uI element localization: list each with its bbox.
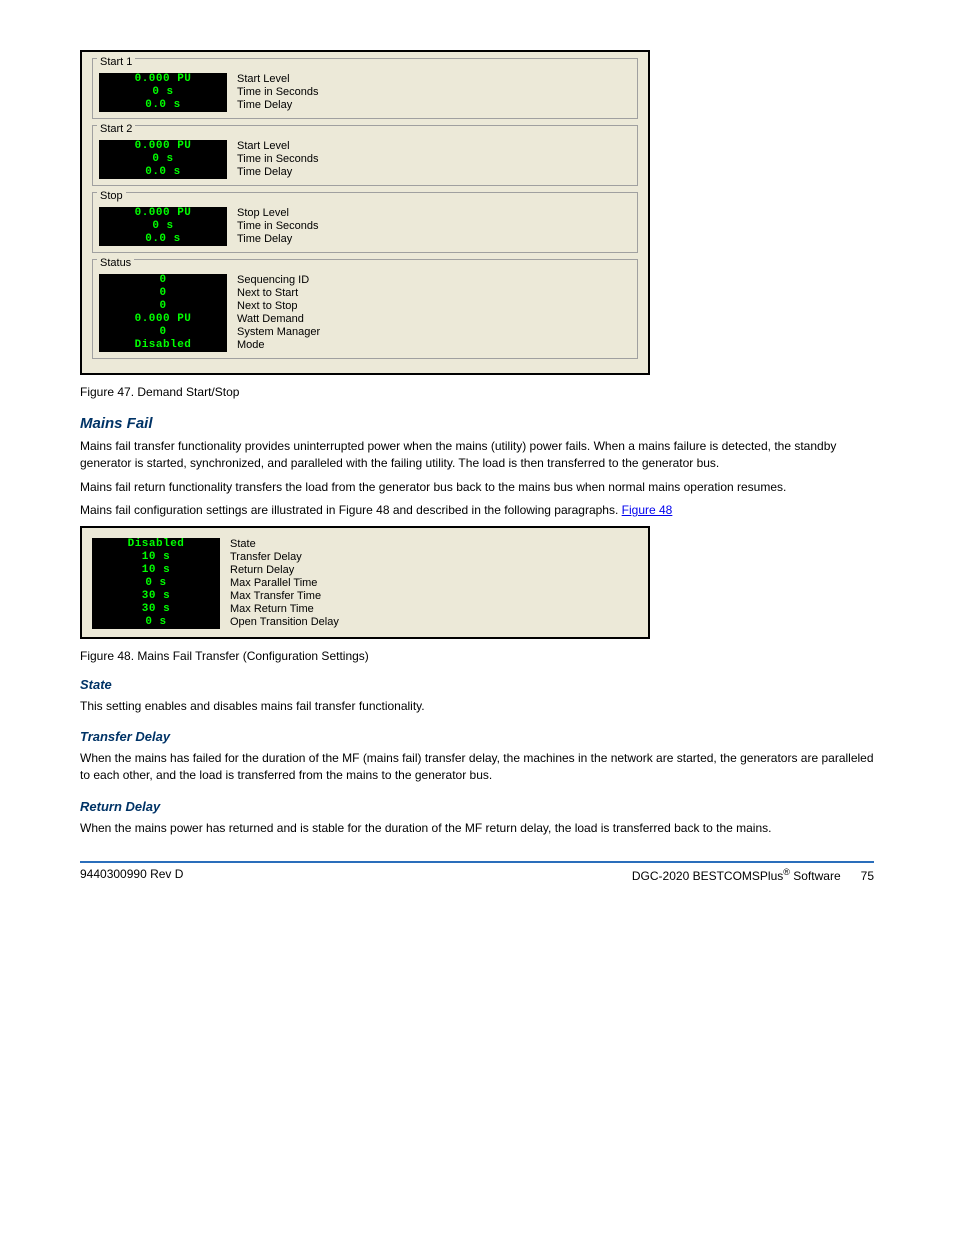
- readout-label: Open Transition Delay: [220, 616, 339, 629]
- readout-row: DisabledMode: [99, 339, 631, 352]
- readout-value: 0 s: [92, 616, 220, 629]
- readout-value: 10 s: [92, 564, 220, 577]
- page-footer: 9440300990 Rev D DGC-2020 BESTCOMSPlus® …: [80, 863, 874, 883]
- readout-row: 0.000 PUStart Level: [99, 140, 631, 153]
- mains-fail-body-1: Mains fail transfer functionality provid…: [80, 438, 874, 473]
- readout-value: 0.000 PU: [99, 140, 227, 153]
- readout-row: 0Next to Start: [99, 287, 631, 300]
- readout-label: Time Delay: [227, 99, 292, 112]
- readout-label: Transfer Delay: [220, 551, 302, 564]
- readout-value: 0: [99, 326, 227, 339]
- readout-row: 30 sMax Return Time: [92, 603, 638, 616]
- readout-label: Mode: [227, 339, 265, 352]
- readout-value: 0.000 PU: [99, 313, 227, 326]
- readout-row: 0.000 PUWatt Demand: [99, 313, 631, 326]
- mains-fail-config-panel: DisabledState10 sTransfer Delay10 sRetur…: [80, 526, 650, 639]
- readout-row: 0Sequencing ID: [99, 274, 631, 287]
- readout-row: 0System Manager: [99, 326, 631, 339]
- readout-row: 0 sTime in Seconds: [99, 220, 631, 233]
- groupbox-title: Status: [97, 257, 134, 269]
- return-delay-body: When the mains power has returned and is…: [80, 820, 874, 837]
- readout-row: 0 sOpen Transition Delay: [92, 616, 638, 629]
- footer-left: 9440300990 Rev D: [80, 867, 183, 883]
- readout-value: 0 s: [92, 577, 220, 590]
- figure-48-caption: Figure 48. Mains Fail Transfer (Configur…: [80, 649, 874, 663]
- readout-row: 0Next to Stop: [99, 300, 631, 313]
- readout-value: Disabled: [99, 339, 227, 352]
- readout-value: 0.0 s: [99, 166, 227, 179]
- figure-47-caption: Figure 47. Demand Start/Stop: [80, 385, 874, 399]
- readout-row: 0 sTime in Seconds: [99, 86, 631, 99]
- readout-value: 0.0 s: [99, 233, 227, 246]
- readout-label: Time in Seconds: [227, 86, 319, 99]
- readout-value: 30 s: [92, 603, 220, 616]
- readout-row: 0 sMax Parallel Time: [92, 577, 638, 590]
- readout-row: 0.0 sTime Delay: [99, 233, 631, 246]
- groupbox-start-2: Start 2 0.000 PUStart Level0 sTime in Sec…: [92, 125, 638, 186]
- readout-label: Stop Level: [227, 207, 289, 220]
- readout-value: 0.000 PU: [99, 73, 227, 86]
- mains-fail-body-3: Mains fail configuration settings are il…: [80, 502, 874, 519]
- readout-value: Disabled: [92, 538, 220, 551]
- readout-value: 0.0 s: [99, 99, 227, 112]
- groupbox-start-1: Start 1 0.000 PUStart Level0 sTime in Sec…: [92, 58, 638, 119]
- readout-value: 10 s: [92, 551, 220, 564]
- readout-label: Return Delay: [220, 564, 294, 577]
- state-body: This setting enables and disables mains …: [80, 698, 874, 715]
- groupbox-title: Stop: [97, 190, 126, 202]
- readout-row: 0.000 PUStart Level: [99, 73, 631, 86]
- readout-label: Next to Stop: [227, 300, 298, 313]
- return-delay-heading: Return Delay: [80, 799, 874, 814]
- readout-value: 0 s: [99, 220, 227, 233]
- demand-start-stop-panel: Start 10.000 PUStart Level0 sTime in Sec…: [80, 50, 650, 375]
- readout-label: System Manager: [227, 326, 320, 339]
- groupbox-title: Start 2: [97, 123, 135, 135]
- readout-label: Start Level: [227, 73, 290, 86]
- readout-value: 30 s: [92, 590, 220, 603]
- readout-value: 0: [99, 274, 227, 287]
- mains-fail-heading: Mains Fail: [80, 415, 874, 432]
- readout-row: 0.0 sTime Delay: [99, 99, 631, 112]
- readout-label: Watt Demand: [227, 313, 304, 326]
- readout-row: 10 sReturn Delay: [92, 564, 638, 577]
- readout-row: 0.000 PUStop Level: [99, 207, 631, 220]
- mains-fail-body-2: Mains fail return functionality transfer…: [80, 479, 874, 496]
- readout-row: 30 sMax Transfer Time: [92, 590, 638, 603]
- readout-label: Time Delay: [227, 166, 292, 179]
- readout-label: Sequencing ID: [227, 274, 309, 287]
- readout-label: Time in Seconds: [227, 220, 319, 233]
- page-number: 75: [861, 869, 874, 883]
- groupbox-stop: Stop 0.000 PUStop Level0 sTime in Seconds…: [92, 192, 638, 253]
- readout-row: 10 sTransfer Delay: [92, 551, 638, 564]
- readout-label: Max Transfer Time: [220, 590, 321, 603]
- readout-label: Max Return Time: [220, 603, 314, 616]
- footer-right: DGC-2020 BESTCOMSPlus® Software 75: [632, 867, 874, 883]
- readout-label: Time Delay: [227, 233, 292, 246]
- readout-label: Max Parallel Time: [220, 577, 317, 590]
- readout-value: 0.000 PU: [99, 207, 227, 220]
- readout-label: Next to Start: [227, 287, 298, 300]
- readout-label: Start Level: [227, 140, 290, 153]
- readout-label: Time in Seconds: [227, 153, 319, 166]
- readout-row: 0 sTime in Seconds: [99, 153, 631, 166]
- transfer-delay-body: When the mains has failed for the durati…: [80, 750, 874, 785]
- readout-row: DisabledState: [92, 538, 638, 551]
- groupbox-status: Status0Sequencing ID0Next to Start0Next …: [92, 259, 638, 359]
- readout-label: State: [220, 538, 256, 551]
- figure-48-link[interactable]: Figure 48: [622, 503, 673, 517]
- transfer-delay-heading: Transfer Delay: [80, 729, 874, 744]
- readout-value: 0 s: [99, 153, 227, 166]
- readout-value: 0 s: [99, 86, 227, 99]
- readout-row: 0.0 sTime Delay: [99, 166, 631, 179]
- state-heading: State: [80, 677, 874, 692]
- readout-value: 0: [99, 300, 227, 313]
- readout-value: 0: [99, 287, 227, 300]
- groupbox-title: Start 1: [97, 56, 135, 68]
